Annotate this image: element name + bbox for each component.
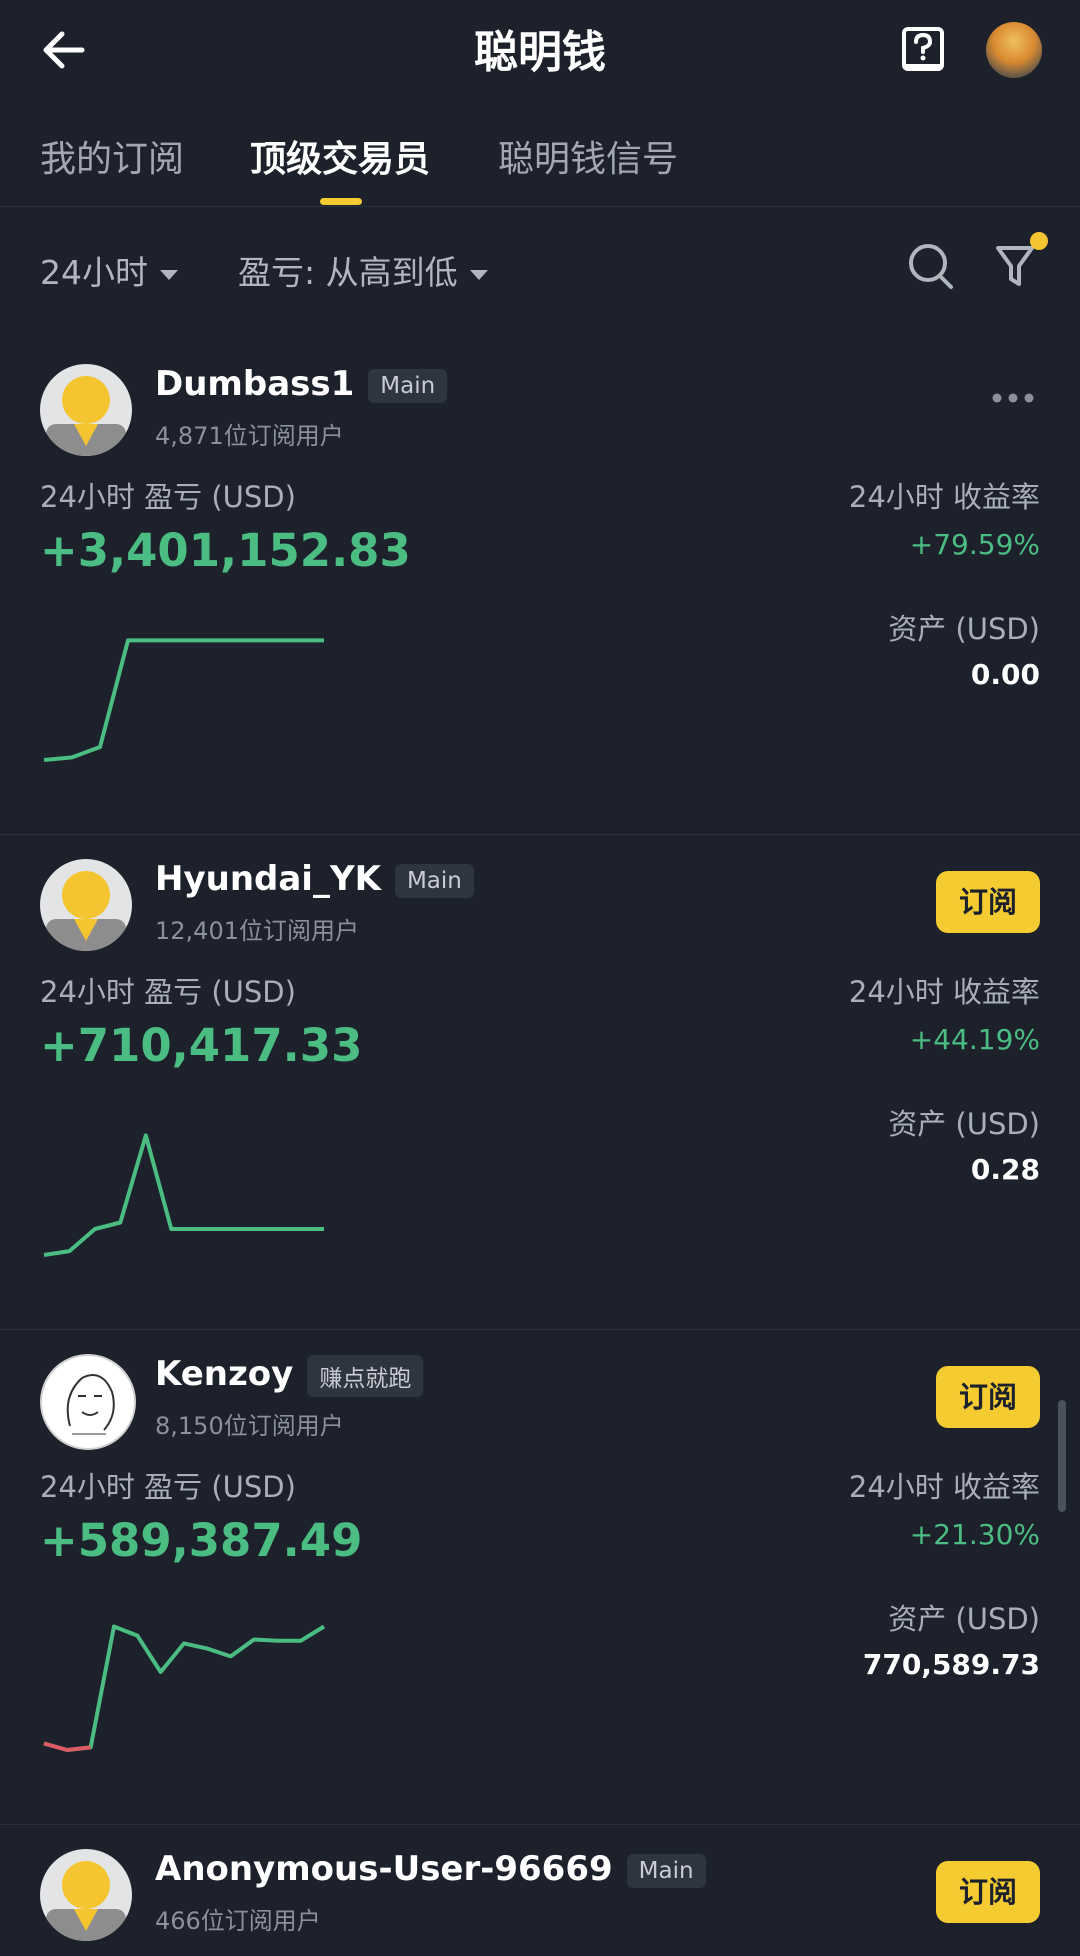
avatar: [40, 1354, 136, 1450]
pnl-label: 24小时 盈亏 (USD): [40, 975, 296, 1009]
sort-label: 盈亏: 从高到低: [238, 253, 458, 292]
assets-label: 资产 (USD): [888, 1107, 1040, 1141]
sparkline-path: [43, 1624, 326, 1752]
sketch-avatar-image: [66, 1374, 115, 1435]
roi-value: +44.19%: [909, 1023, 1040, 1056]
assets-label: 资产 (USD): [888, 612, 1040, 646]
pnl-value: +3,401,152.83: [40, 524, 411, 577]
assets-value: 0.28: [970, 1153, 1040, 1186]
assets-label: 资产 (USD): [888, 1602, 1040, 1636]
tab-bar: 我的订阅 顶级交易员 聪明钱信号: [0, 110, 1080, 207]
period-dropdown[interactable]: 24小时: [40, 246, 178, 294]
roi-label: 24小时 收益率: [848, 1470, 1040, 1504]
subscribe-button[interactable]: 订阅: [936, 1861, 1040, 1923]
trader-name: Dumbass1 Main: [155, 364, 448, 404]
caret-down-icon: [469, 269, 488, 280]
profile-avatar[interactable]: [986, 22, 1042, 78]
avatar: [40, 364, 132, 456]
trader-name: Hyundai_YK Main: [155, 859, 474, 899]
trader-name: Kenzoy 赚点就跑: [155, 1354, 424, 1397]
assets-value: 770,589.73: [862, 1648, 1040, 1681]
account-badge: 赚点就跑: [307, 1354, 424, 1397]
tab-my-subscriptions[interactable]: 我的订阅: [40, 130, 184, 182]
filter-bar: 24小时 盈亏: 从高到低: [0, 232, 1080, 306]
subscriber-count: 12,401位订阅用户: [155, 917, 359, 945]
trader-card[interactable]: Kenzoy 赚点就跑 8,150位订阅用户 订阅 24小时 盈亏 (USD) +…: [0, 1330, 1080, 1825]
roi-value: +21.30%: [909, 1518, 1040, 1551]
pnl-value: +589,387.49: [40, 1514, 363, 1567]
trader-card[interactable]: Anonymous-User-96669 Main 466位订阅用户 订阅: [0, 1825, 1080, 1956]
trader-name: Anonymous-User-96669 Main: [155, 1849, 706, 1889]
subscriber-count: 4,871位订阅用户: [155, 422, 344, 450]
active-tab-indicator: [320, 198, 362, 205]
pnl-label: 24小时 盈亏 (USD): [40, 1470, 296, 1504]
sparkline-path: [43, 638, 324, 762]
pnl-sparkline: [43, 1624, 326, 1753]
subscribe-button[interactable]: 订阅: [936, 871, 1040, 933]
roi-value: +79.59%: [909, 528, 1040, 561]
search-icon[interactable]: [904, 236, 956, 294]
filter-active-dot: [1030, 232, 1048, 250]
account-badge: Main: [626, 1853, 706, 1888]
avatar: [40, 1849, 132, 1941]
sort-dropdown[interactable]: 盈亏: 从高到低: [238, 246, 488, 294]
trader-card[interactable]: Hyundai_YK Main 12,401位订阅用户 订阅 24小时 盈亏 (U…: [0, 835, 1080, 1330]
period-label: 24小时: [40, 253, 148, 292]
roi-label: 24小时 收益率: [848, 480, 1040, 514]
account-badge: Main: [394, 863, 474, 898]
top-bar: 聪明钱: [0, 0, 1080, 100]
subscriber-count: 466位订阅用户: [155, 1907, 321, 1935]
subscribe-button[interactable]: 订阅: [936, 1366, 1040, 1428]
tab-smart-money-signals[interactable]: 聪明钱信号: [498, 130, 678, 182]
sparkline-loss-segment: [43, 1741, 91, 1753]
account-badge: Main: [368, 368, 448, 403]
trader-card[interactable]: Dumbass1 Main 4,871位订阅用户 24小时 盈亏 (USD) +3…: [0, 340, 1080, 835]
pnl-value: +710,417.33: [40, 1019, 363, 1072]
pnl-sparkline: [43, 1133, 324, 1257]
sparkline-path: [43, 1133, 324, 1257]
assets-value: 0.00: [970, 658, 1040, 691]
avatar: [40, 859, 132, 951]
subscriber-count: 8,150位订阅用户: [155, 1412, 344, 1440]
tab-top-traders[interactable]: 顶级交易员: [250, 130, 430, 182]
scrollbar[interactable]: [1058, 1400, 1066, 1512]
pnl-label: 24小时 盈亏 (USD): [40, 480, 296, 514]
pnl-sparkline: [43, 638, 324, 762]
roi-label: 24小时 收益率: [848, 975, 1040, 1009]
question-book-icon[interactable]: [900, 26, 946, 74]
caret-down-icon: [160, 269, 178, 280]
more-options-icon[interactable]: [990, 388, 1036, 408]
